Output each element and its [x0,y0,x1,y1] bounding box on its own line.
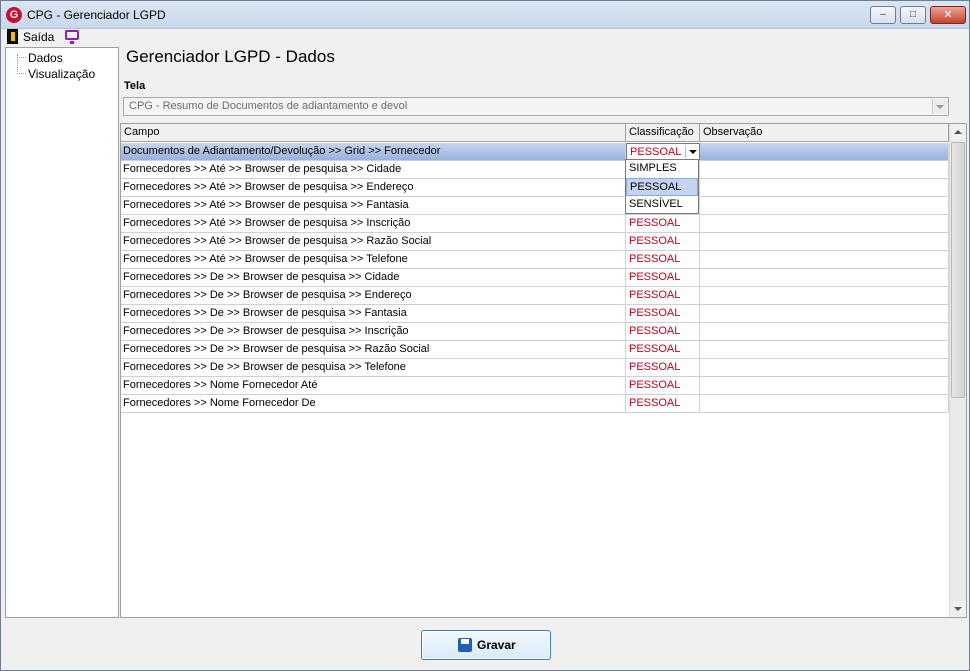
table-row[interactable]: Fornecedores >> De >> Browser de pesquis… [121,269,950,287]
classification-combo-value: PESSOAL [630,146,682,158]
table-row[interactable]: Fornecedores >> Nome Fornecedor Até PESS… [121,377,950,395]
maximize-button[interactable]: □ [900,6,926,24]
save-button-label: Gravar [477,638,516,652]
cell-observacao[interactable] [700,359,949,377]
cell-classificacao[interactable]: PESSOAL [626,215,700,233]
minimize-button[interactable]: – [870,6,896,24]
table-row[interactable]: Fornecedores >> De >> Browser de pesquis… [121,341,950,359]
cell-observacao[interactable] [700,377,949,395]
title-bar[interactable]: G CPG - Gerenciador LGPD – □ ✕ [1,1,969,29]
save-button[interactable]: Gravar [421,630,551,660]
table-row[interactable]: Fornecedores >> Até >> Browser de pesqui… [121,251,950,269]
app-logo-icon: G [6,7,22,23]
cell-classificacao[interactable]: PESSOAL [626,233,700,251]
table-row[interactable]: Fornecedores >> Até >> Browser de pesqui… [121,215,950,233]
cell-campo[interactable]: Fornecedores >> Até >> Browser de pesqui… [121,215,626,233]
monitor-icon[interactable] [65,30,79,44]
cell-observacao[interactable] [700,323,949,341]
cell-observacao[interactable] [700,233,949,251]
column-header-classificacao[interactable]: Classificação [626,124,700,142]
cell-campo[interactable]: Fornecedores >> Nome Fornecedor Até [121,377,626,395]
scroll-thumb[interactable] [951,142,965,398]
cell-observacao[interactable] [700,269,949,287]
cell-campo[interactable]: Fornecedores >> De >> Browser de pesquis… [121,305,626,323]
cell-campo[interactable]: Fornecedores >> De >> Browser de pesquis… [121,269,626,287]
floppy-disk-icon [458,638,472,652]
page-title: Gerenciador LGPD - Dados [126,47,335,66]
table-row[interactable]: Fornecedores >> Até >> Browser de pesqui… [121,161,950,179]
chevron-down-icon[interactable] [932,99,947,114]
table-row[interactable]: Fornecedores >> De >> Browser de pesquis… [121,287,950,305]
table-row[interactable]: Fornecedores >> Até >> Browser de pesqui… [121,197,950,215]
door-exit-icon[interactable] [7,29,18,44]
tree-item-dados[interactable]: Dados [28,51,63,65]
cell-observacao[interactable] [700,251,949,269]
cell-campo[interactable]: Fornecedores >> De >> Browser de pesquis… [121,341,626,359]
grid-header: Campo Classificação Observação [121,124,951,142]
tree-connector [17,57,26,58]
cell-classificacao[interactable]: PESSOAL [626,359,700,377]
table-row[interactable]: Fornecedores >> De >> Browser de pesquis… [121,323,950,341]
grid-vertical-scrollbar[interactable] [949,124,966,617]
dropdown-option-sensivel[interactable]: SENSÍVEL [626,196,698,214]
cell-observacao[interactable] [700,215,949,233]
cell-campo[interactable]: Fornecedores >> De >> Browser de pesquis… [121,359,626,377]
cell-observacao[interactable] [700,161,949,179]
tela-select[interactable]: CPG - Resumo de Documentos de adiantamen… [123,97,949,116]
menu-bar: Saída [1,29,969,45]
navigation-tree: Dados Visualização [5,47,119,618]
cell-observacao[interactable] [700,341,949,359]
cell-observacao[interactable] [700,395,949,413]
fields-grid: Campo Classificação Observação Documento… [120,123,967,618]
cell-classificacao[interactable]: PESSOAL [626,287,700,305]
cell-observacao[interactable] [700,197,949,215]
tree-item-visualizacao[interactable]: Visualização [28,67,95,81]
cell-classificacao[interactable]: PESSOAL [626,377,700,395]
table-row[interactable]: Fornecedores >> Nome Fornecedor De PESSO… [121,395,950,413]
cell-campo[interactable]: Fornecedores >> De >> Browser de pesquis… [121,323,626,341]
cell-campo[interactable]: Fornecedores >> Até >> Browser de pesqui… [121,233,626,251]
scroll-up-icon[interactable] [950,124,966,140]
cell-classificacao[interactable]: PESSOAL [626,341,700,359]
close-button[interactable]: ✕ [930,6,966,24]
exit-menu-item[interactable]: Saída [23,30,54,44]
tela-label: Tela [124,80,146,92]
table-row[interactable]: Fornecedores >> De >> Browser de pesquis… [121,359,950,377]
tree-connector [17,73,26,74]
cell-classificacao[interactable]: PESSOAL [626,269,700,287]
classification-dropdown-list: SIMPLES PESSOAL SENSÍVEL [625,159,699,214]
app-window: G CPG - Gerenciador LGPD – □ ✕ Saída Dad… [0,0,970,671]
cell-observacao[interactable] [700,179,949,197]
table-row[interactable]: Fornecedores >> Até >> Browser de pesqui… [121,179,950,197]
cell-campo[interactable]: Fornecedores >> Até >> Browser de pesqui… [121,161,626,179]
cell-campo[interactable]: Fornecedores >> Nome Fornecedor De [121,395,626,413]
cell-campo[interactable]: Fornecedores >> Até >> Browser de pesqui… [121,179,626,197]
cell-observacao[interactable] [700,143,949,161]
column-header-observacao[interactable]: Observação [700,124,949,142]
chevron-down-icon[interactable] [685,145,698,158]
window-title: CPG - Gerenciador LGPD [27,8,166,22]
cell-classificacao[interactable]: PESSOAL [626,323,700,341]
cell-classificacao[interactable]: PESSOAL [626,395,700,413]
cell-campo[interactable]: Fornecedores >> De >> Browser de pesquis… [121,287,626,305]
dropdown-option-pessoal[interactable]: PESSOAL [626,178,698,196]
cell-campo[interactable]: Documentos de Adiantamento/Devolução >> … [121,143,626,161]
dropdown-option-simples[interactable]: SIMPLES [626,160,698,178]
scroll-down-icon[interactable] [950,601,966,617]
column-header-campo[interactable]: Campo [121,124,626,142]
cell-classificacao[interactable]: PESSOAL [626,251,700,269]
table-row[interactable]: Fornecedores >> Até >> Browser de pesqui… [121,233,950,251]
cell-campo[interactable]: Fornecedores >> Até >> Browser de pesqui… [121,197,626,215]
cell-observacao[interactable] [700,287,949,305]
cell-observacao[interactable] [700,305,949,323]
table-row[interactable]: Fornecedores >> De >> Browser de pesquis… [121,305,950,323]
cell-classificacao[interactable]: PESSOAL [626,305,700,323]
table-row[interactable]: Documentos de Adiantamento/Devolução >> … [121,143,950,161]
cell-campo[interactable]: Fornecedores >> Até >> Browser de pesqui… [121,251,626,269]
classification-combo[interactable]: PESSOAL [626,143,700,160]
tela-select-value: CPG - Resumo de Documentos de adiantamen… [129,100,408,112]
